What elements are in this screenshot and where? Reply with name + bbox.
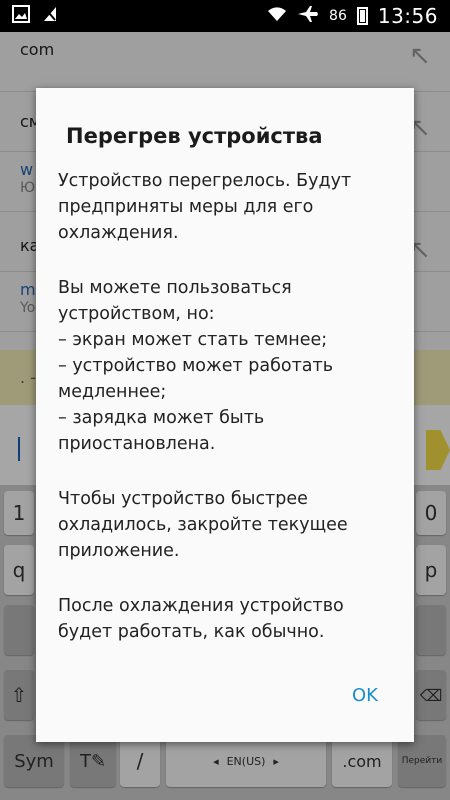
dialog-paragraph-4: После охлаждения устройство будет работа… [58,596,344,642]
dialog-title: Перегрев устройства [66,124,323,148]
dialog-paragraph-2: Вы можете пользоваться устройством, но: … [58,278,334,454]
battery-percent: 86 [329,8,347,24]
battery-icon [356,7,368,25]
wifi-icon [267,6,287,26]
ok-button[interactable]: OK [346,681,384,710]
image-icon [12,5,30,27]
clock: 13:56 [377,4,438,28]
dialog-paragraph-1: Устройство перегрелось. Будут предпринят… [58,171,352,243]
airplane-icon [297,5,319,27]
dialog-paragraph-3: Чтобы устройство быстрее охладилось, зак… [58,489,348,561]
signal-off-icon [42,5,58,27]
overheat-dialog: Перегрев устройства Устройство перегрело… [36,88,414,742]
status-bar: 86 13:56 [0,0,450,32]
